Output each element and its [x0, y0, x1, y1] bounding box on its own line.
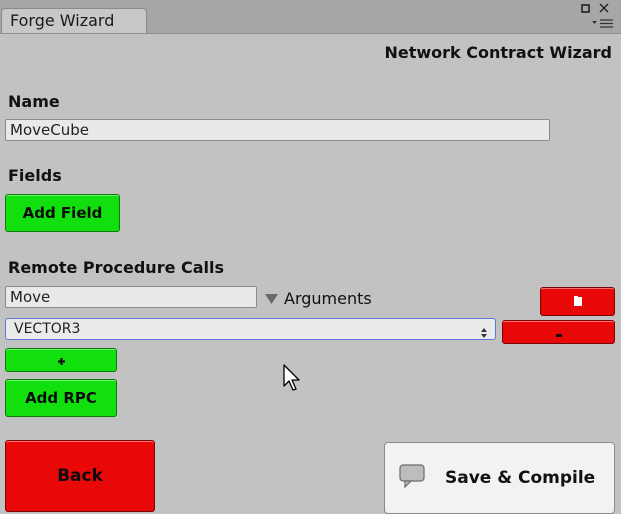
wizard-panel: Network Contract Wizard Name MoveCube Fi… — [0, 34, 621, 514]
argument-type-value: VECTOR3 — [14, 321, 81, 337]
back-button[interactable]: Back — [5, 440, 155, 512]
delete-rpc-button[interactable] — [540, 287, 615, 316]
save-icon — [399, 463, 425, 493]
wizard-title: Network Contract Wizard — [384, 43, 612, 62]
rpc-name-field[interactable]: Move — [5, 286, 257, 308]
tab-forge-wizard[interactable]: Forge Wizard — [1, 8, 147, 33]
tab-title: Forge Wizard — [10, 11, 115, 30]
minus-icon — [555, 323, 562, 341]
name-field-value: MoveCube — [10, 121, 89, 139]
arguments-label: Arguments — [284, 288, 372, 308]
fields-heading: Fields — [8, 166, 62, 185]
close-icon[interactable] — [598, 2, 610, 17]
add-argument-button[interactable] — [5, 348, 117, 372]
argument-type-select[interactable]: VECTOR3 — [5, 318, 496, 340]
rpc-heading: Remote Procedure Calls — [8, 258, 225, 277]
mouse-cursor-icon — [283, 364, 303, 396]
rpc-name-value: Move — [10, 288, 51, 306]
menu-icon[interactable] — [592, 19, 614, 32]
foldout-arrow-icon — [265, 289, 278, 308]
name-heading: Name — [8, 92, 60, 111]
add-field-button[interactable]: Add Field — [5, 194, 120, 232]
window-title-bar: Forge Wizard — [0, 0, 621, 34]
save-compile-button[interactable]: Save & Compile — [384, 442, 615, 514]
add-rpc-button[interactable]: Add RPC — [5, 379, 117, 417]
save-compile-label: Save & Compile — [445, 468, 596, 488]
remove-argument-button[interactable] — [502, 320, 615, 344]
plus-icon — [57, 351, 65, 369]
select-arrows-icon — [481, 324, 487, 344]
trash-icon — [573, 293, 582, 311]
name-field[interactable]: MoveCube — [5, 119, 550, 141]
maximize-icon[interactable] — [581, 3, 590, 16]
arguments-foldout[interactable]: Arguments — [265, 288, 372, 308]
